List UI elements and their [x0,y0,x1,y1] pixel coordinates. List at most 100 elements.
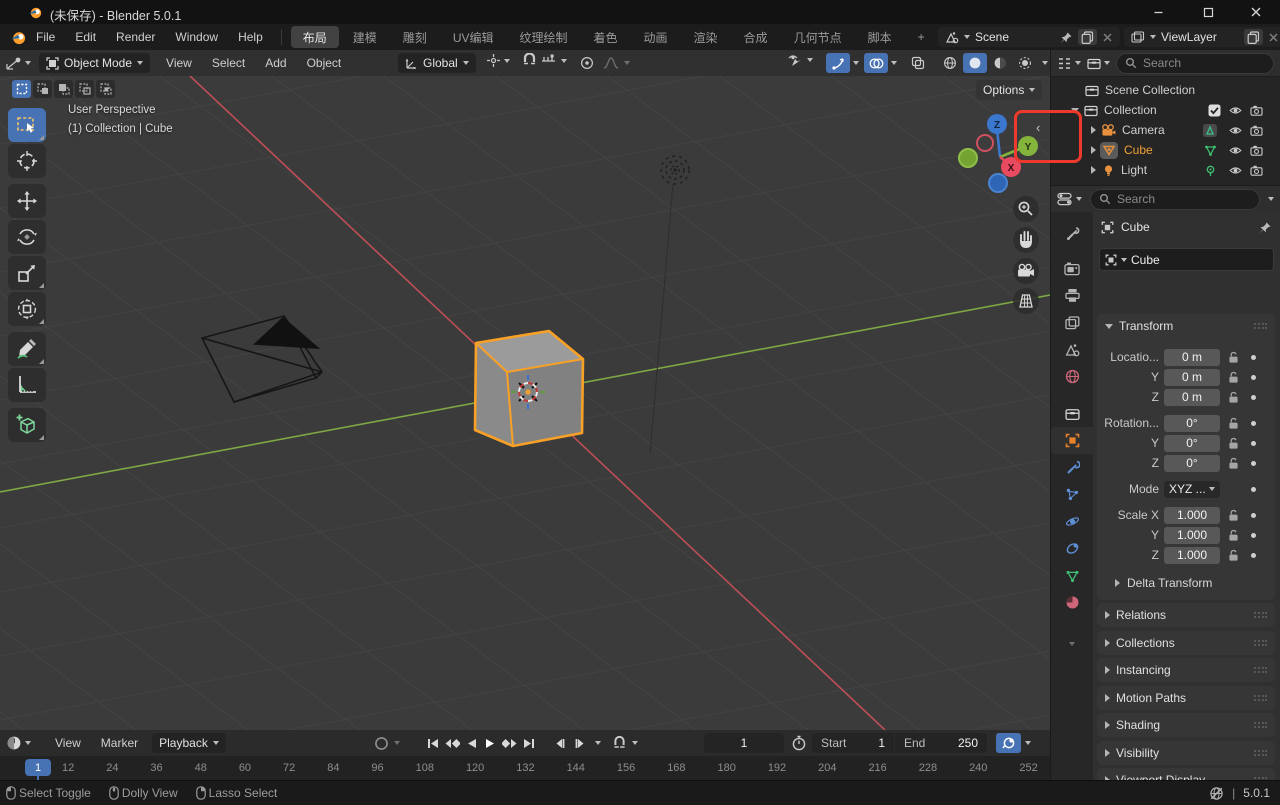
add-menu[interactable]: Add [255,50,296,76]
menu-render[interactable]: Render [106,24,165,50]
render-visibility-icon[interactable] [1250,144,1263,157]
chevron-down-icon[interactable] [595,741,601,745]
play-reverse-button[interactable] [462,734,481,753]
hide-eye-icon[interactable] [1229,164,1242,177]
workspace-tab-shading[interactable]: 着色 [582,26,630,48]
animate-dot[interactable] [1251,487,1256,492]
drag-grip-icon[interactable] [1253,666,1267,674]
toggle-ortho-button[interactable] [1013,288,1039,314]
viewport-3d[interactable]: Z Y X [0,76,1050,730]
tool-scale[interactable] [8,256,46,290]
viewport-canvas[interactable]: Z Y X [0,76,1050,730]
scale-z-field[interactable]: 1.000 [1164,547,1220,564]
close-button[interactable] [1240,2,1272,22]
stopwatch-icon[interactable] [791,735,807,751]
drag-grip-icon[interactable] [1253,721,1267,729]
tool-measure[interactable] [8,368,46,402]
timeline-snap-controls[interactable] [612,736,638,751]
relations-panel[interactable]: Relations [1097,603,1275,627]
visibility-dropdown[interactable] [788,53,813,67]
close-icon[interactable] [1102,32,1113,43]
drag-grip-icon[interactable] [1253,639,1267,647]
checkbox-icon[interactable] [1208,104,1221,117]
cube-object[interactable] [475,331,583,446]
animate-dot[interactable] [1251,553,1256,558]
snap-controls[interactable] [522,53,567,68]
delta-transform-subpanel-header[interactable]: Delta Transform [1115,576,1212,590]
start-frame-field[interactable]: Start 1 [812,733,894,753]
workspace-tab-sculpting[interactable]: 雕刻 [391,26,439,48]
location-x-field[interactable]: 0 m [1164,349,1220,366]
workspace-tab-rendering[interactable]: 渲染 [682,26,730,48]
gizmo-neg-x[interactable] [977,135,993,151]
location-z-field[interactable]: 0 m [1164,389,1220,406]
render-visibility-icon[interactable] [1250,124,1263,137]
editor-type-selector[interactable] [6,56,31,71]
outliner-row-cube[interactable]: Cube [1051,140,1280,160]
drag-grip-icon[interactable] [1253,694,1267,702]
outliner-row-light[interactable]: Light [1051,160,1280,180]
options-dropdown[interactable]: Options [976,80,1042,100]
rotation-mode-dropdown[interactable]: XYZ ... [1164,481,1220,498]
animate-dot[interactable] [1251,421,1256,426]
tool-move[interactable] [8,184,46,218]
viewport-display-panel[interactable]: Viewport Display [1097,768,1275,780]
tool-rotate[interactable] [8,220,46,254]
frame-forward-button[interactable] [571,734,590,753]
outliner-display-mode-dropdown[interactable] [1087,57,1110,70]
timeline-view-menu[interactable]: View [45,730,91,756]
lock-icon[interactable] [1228,437,1239,450]
zoom-button[interactable] [1013,196,1039,222]
lock-icon[interactable] [1228,371,1239,384]
play-button[interactable] [481,734,500,753]
hide-eye-icon[interactable] [1229,124,1242,137]
workspace-tab-uv[interactable]: UV编辑 [441,26,506,48]
gizmo-neg-y[interactable] [959,149,977,167]
select-set-mode-button[interactable] [12,80,31,98]
render-visibility-icon[interactable] [1250,164,1263,177]
view-menu[interactable]: View [156,50,202,76]
visibility-panel[interactable]: Visibility [1097,741,1275,765]
object-name-value[interactable]: Cube [1131,253,1160,267]
current-frame-field[interactable]: 1 [704,733,784,753]
tab-modifiers[interactable] [1051,454,1093,481]
chevron-down-icon[interactable] [1268,197,1274,201]
animate-dot[interactable] [1251,355,1256,360]
tool-annotate[interactable] [8,332,46,366]
tab-physics[interactable] [1051,508,1093,535]
jump-to-start-button[interactable] [424,734,443,753]
menu-help[interactable]: Help [228,24,273,50]
tool-add-cube[interactable] [8,408,46,442]
timeline-ruler[interactable]: 1 12 24 36 48 60 72 84 96 108 120 132 14… [0,756,1050,780]
outliner-row-scene-collection[interactable]: Scene Collection [1051,80,1280,100]
drag-grip-icon[interactable] [1253,749,1267,757]
show-overlays-toggle[interactable] [864,53,888,73]
next-keyframe-button[interactable] [500,734,519,753]
drag-grip-icon[interactable] [1253,322,1267,330]
tab-constraints[interactable] [1051,535,1093,562]
lock-icon[interactable] [1228,351,1239,364]
workspace-tab-scripting[interactable]: 脚本 [856,26,904,48]
animate-dot[interactable] [1251,513,1256,518]
camera-view-button[interactable] [1013,258,1039,284]
rotation-y-field[interactable]: 0° [1164,435,1220,452]
properties-editor-type-selector[interactable] [1057,192,1082,206]
scale-x-field[interactable]: 1.000 [1164,507,1220,524]
timeline-editor-type-selector[interactable] [6,735,31,751]
drag-grip-icon[interactable] [1253,611,1267,619]
workspace-tab-compositing[interactable]: 合成 [732,26,780,48]
pin-icon[interactable] [1259,221,1272,234]
instancing-panel[interactable]: Instancing [1097,658,1275,682]
menu-file[interactable]: File [26,24,65,50]
viewlayer-name[interactable]: ViewLayer [1161,30,1239,44]
tab-world[interactable] [1051,363,1093,390]
shading-solid-button[interactable] [963,53,987,73]
object-name-field[interactable]: Cube [1099,248,1274,271]
animate-dot[interactable] [1251,395,1256,400]
tab-strip-scroll-down[interactable] [1051,630,1093,657]
workspace-tab-texture-paint[interactable]: 纹理绘制 [507,26,579,48]
lock-icon[interactable] [1228,457,1239,470]
location-y-field[interactable]: 0 m [1164,369,1220,386]
new-viewlayer-button[interactable] [1244,29,1263,45]
prev-keyframe-button[interactable] [443,734,462,753]
